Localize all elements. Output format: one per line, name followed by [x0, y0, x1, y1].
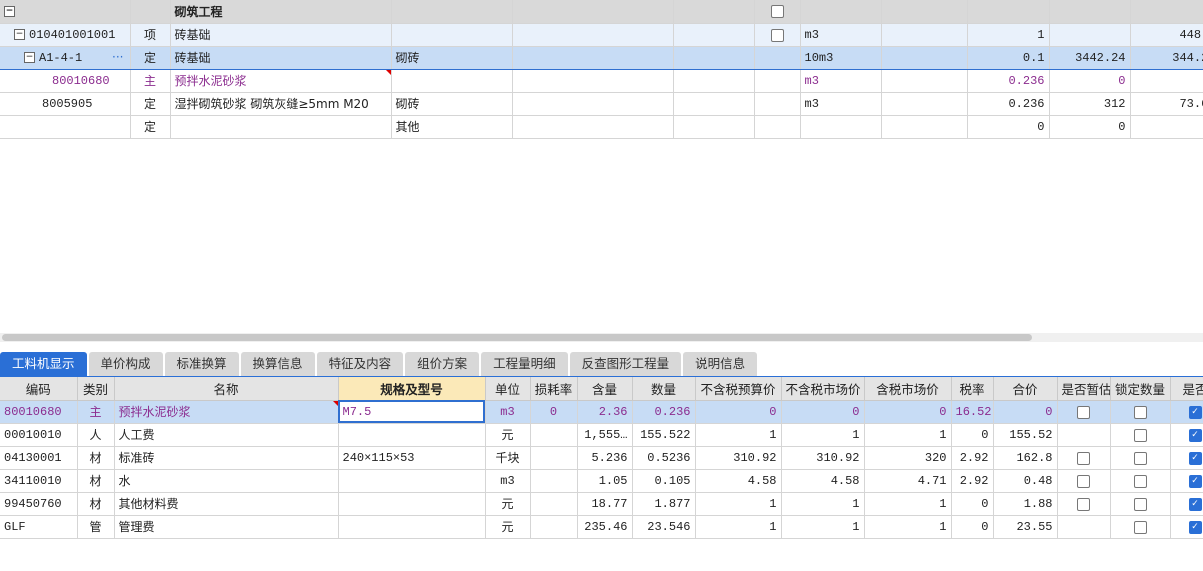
- tab-standard-conversion[interactable]: 标准换算: [164, 352, 239, 376]
- col-header[interactable]: 合价: [993, 377, 1058, 401]
- col-header[interactable]: 是否: [1170, 377, 1203, 401]
- table-row[interactable]: 34110010 材 水 m3 1.05 0.105 4.58 4.58 4.7…: [0, 469, 1203, 493]
- estimate-checkbox[interactable]: [1077, 497, 1090, 511]
- section-title: 砌筑工程: [170, 0, 392, 24]
- table-row[interactable]: 00010010 人 人工费 元 1,555… 155.522 1 1 1 0 …: [0, 423, 1203, 447]
- col-header[interactable]: 损耗率: [530, 377, 578, 401]
- detail-tabs: 工料机显示 单价构成 标准换算 换算信息 特征及内容 组价方案 工程量明细 反查…: [0, 352, 759, 376]
- tab-unit-price[interactable]: 单价构成: [88, 352, 163, 376]
- scrollbar-thumb[interactable]: [2, 334, 1032, 341]
- col-header[interactable]: 含量: [577, 377, 633, 401]
- table-row[interactable]: −010401001001 项 砖基础 m3 1 448.9: [0, 23, 1203, 47]
- section-checkbox[interactable]: [770, 5, 784, 19]
- section-toggle[interactable]: −: [0, 0, 131, 24]
- col-header[interactable]: 含税市场价: [864, 377, 952, 401]
- table-row-selected[interactable]: − A1-4-1 ··· 定 砖基础 砌砖 10m3 0.1 3442.24 344…: [0, 45, 1203, 70]
- tab-quantity-details[interactable]: 工程量明细: [481, 352, 568, 376]
- tab-reverse-lookup[interactable]: 反查图形工程量: [569, 352, 682, 376]
- col-header[interactable]: 不含税预算价: [695, 377, 782, 401]
- table-row-selected[interactable]: 80010680 主 预拌水泥砂浆 M7.5 m3 0 2.36 0.236 0…: [0, 400, 1203, 424]
- collapse-icon[interactable]: −: [14, 29, 25, 40]
- flag-checkbox[interactable]: ✓: [1188, 497, 1202, 511]
- lock-checkbox[interactable]: [1133, 474, 1147, 488]
- estimate-checkbox[interactable]: [1077, 405, 1090, 419]
- more-button[interactable]: ···: [112, 50, 123, 64]
- horizontal-scrollbar[interactable]: [0, 333, 1203, 342]
- col-header[interactable]: 规格及型号: [338, 377, 486, 401]
- lock-checkbox[interactable]: [1133, 520, 1147, 534]
- lock-checkbox[interactable]: [1133, 428, 1147, 442]
- col-header[interactable]: 名称: [114, 377, 339, 401]
- flag-checkbox[interactable]: ✓: [1188, 428, 1202, 442]
- collapse-icon[interactable]: −: [4, 6, 15, 18]
- bill-items-grid: − 砌筑工程 −010401001001 项 砖基础 m3 1 448.9 −A…: [0, 0, 1203, 139]
- col-header[interactable]: 是否暂估: [1057, 377, 1111, 401]
- table-row[interactable]: 04130001 材 标准砖 240×115×53 千块 5.236 0.523…: [0, 446, 1203, 470]
- section-row[interactable]: − 砌筑工程: [0, 0, 1203, 24]
- flag-checkbox[interactable]: ✓: [1188, 451, 1202, 465]
- tab-conversion-info[interactable]: 换算信息: [240, 352, 315, 376]
- col-header[interactable]: 不含税市场价: [781, 377, 865, 401]
- tab-description[interactable]: 说明信息: [683, 352, 758, 376]
- row-checkbox[interactable]: [770, 28, 784, 42]
- tab-pricing-scheme[interactable]: 组价方案: [405, 352, 480, 376]
- note-marker-icon: [332, 400, 337, 406]
- note-marker-icon: [385, 69, 390, 75]
- col-header[interactable]: 锁定数量: [1110, 377, 1171, 401]
- col-header[interactable]: 类别: [77, 377, 115, 401]
- estimate-checkbox[interactable]: [1077, 474, 1090, 488]
- table-row[interactable]: 99450760 材 其他材料费 元 18.77 1.877 1 1 1 0 1…: [0, 492, 1203, 516]
- col-header[interactable]: 编码: [0, 377, 78, 401]
- tab-labor-material-machine[interactable]: 工料机显示: [0, 352, 87, 376]
- flag-checkbox[interactable]: ✓: [1188, 520, 1202, 534]
- tab-features[interactable]: 特征及内容: [316, 352, 404, 376]
- spec-input[interactable]: M7.5: [338, 400, 486, 424]
- col-header[interactable]: 单位: [485, 377, 531, 401]
- col-header[interactable]: 税率: [951, 377, 994, 401]
- table-row[interactable]: 定 其他 0 0 0: [0, 115, 1203, 139]
- col-header[interactable]: 数量: [632, 377, 696, 401]
- header-row: 编码 类别 名称 规格及型号 单位 损耗率 含量 数量 不含税预算价 不含税市场…: [0, 377, 1203, 401]
- resource-grid: 编码 类别 名称 规格及型号 单位 损耗率 含量 数量 不含税预算价 不含税市场…: [0, 377, 1203, 539]
- table-row[interactable]: 8005905 定 湿拌砌筑砂浆 砌筑灰缝≥5mm M20 砌砖 m3 0.23…: [0, 92, 1203, 116]
- flag-checkbox[interactable]: ✓: [1188, 474, 1202, 488]
- lock-checkbox[interactable]: [1133, 451, 1147, 465]
- lock-checkbox[interactable]: [1133, 497, 1147, 511]
- estimate-checkbox[interactable]: [1077, 451, 1090, 465]
- collapse-icon[interactable]: −: [24, 52, 35, 63]
- table-row[interactable]: 80010680 主 预拌水泥砂浆 m3 0.236 0 0: [0, 69, 1203, 93]
- table-row[interactable]: GLF 管 管理费 元 235.46 23.546 1 1 1 0 23.55 …: [0, 515, 1203, 539]
- lock-checkbox[interactable]: [1133, 405, 1147, 419]
- flag-checkbox[interactable]: ✓: [1188, 405, 1202, 419]
